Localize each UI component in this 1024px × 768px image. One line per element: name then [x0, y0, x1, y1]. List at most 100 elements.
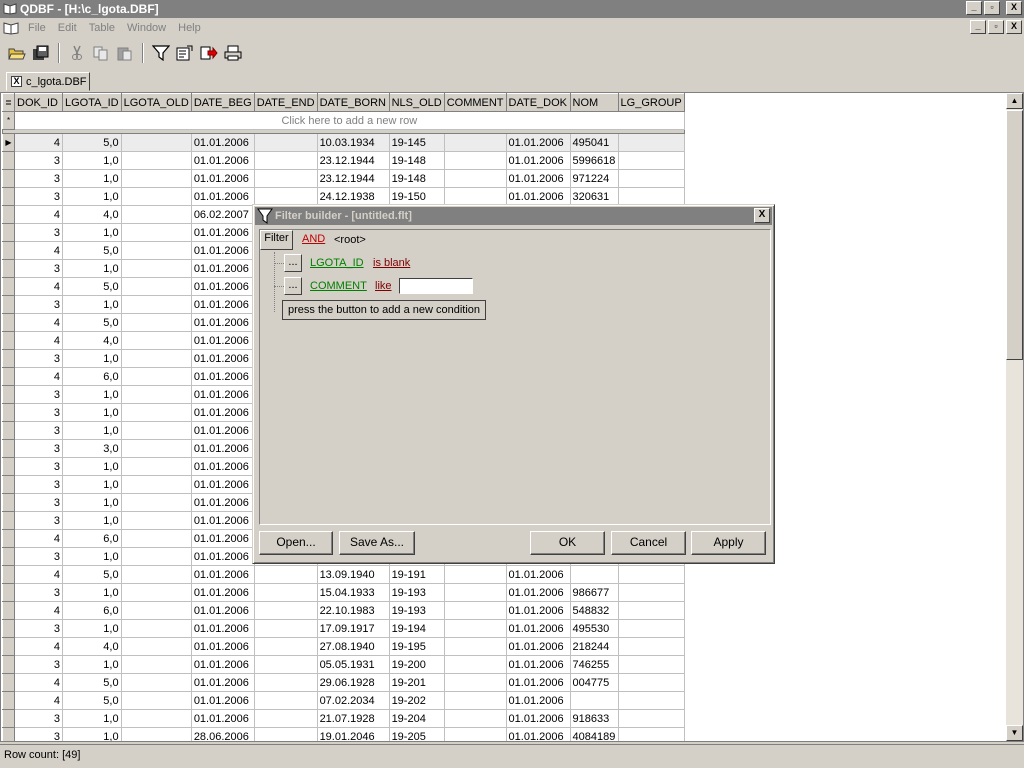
row-indicator[interactable] — [2, 673, 15, 692]
table-cell[interactable]: 19-150 — [388, 187, 445, 206]
table-cell[interactable]: 3 — [14, 151, 63, 170]
save-as-button[interactable]: Save As... — [339, 531, 415, 555]
new-row-prompt[interactable]: Click here to add a new row — [14, 111, 685, 130]
column-header[interactable]: NLS_OLD — [388, 93, 445, 112]
table-cell[interactable]: 01.01.2006 — [505, 673, 571, 692]
doc-minimize-button[interactable]: _ — [970, 20, 986, 34]
table-cell[interactable]: 4 — [14, 133, 63, 152]
row-indicator[interactable] — [2, 655, 15, 674]
table-cell[interactable]: 3 — [14, 259, 63, 278]
open-folder-icon[interactable] — [6, 42, 28, 64]
table-cell[interactable] — [120, 403, 192, 422]
table-cell[interactable]: 1,0 — [62, 457, 122, 476]
column-header[interactable]: DOK_ID — [14, 93, 63, 112]
row-indicator[interactable] — [2, 349, 15, 368]
table-cell[interactable]: 4 — [14, 331, 63, 350]
table-cell[interactable]: 19-205 — [388, 727, 445, 741]
table-cell[interactable]: 4 — [14, 691, 63, 710]
print-icon[interactable] — [222, 42, 244, 64]
table-cell[interactable]: 01.01.2006 — [190, 511, 255, 530]
doc-restore-button[interactable]: ▫ — [988, 20, 1004, 34]
table-cell[interactable]: 01.01.2006 — [190, 223, 255, 242]
table-cell[interactable] — [120, 709, 192, 728]
table-cell[interactable]: 3 — [14, 403, 63, 422]
table-cell[interactable]: 19-145 — [388, 133, 445, 152]
table-cell[interactable]: 971224 — [569, 169, 619, 188]
menu-help[interactable]: Help — [172, 22, 207, 34]
table-cell[interactable]: 24.12.1938 — [316, 187, 390, 206]
table-cell[interactable]: 19-204 — [388, 709, 445, 728]
column-header[interactable]: DATE_END — [253, 93, 318, 112]
tab-close-icon[interactable]: X — [11, 76, 22, 87]
copy-icon[interactable] — [90, 42, 112, 64]
table-cell[interactable]: 23.12.1944 — [316, 151, 390, 170]
table-cell[interactable] — [120, 673, 192, 692]
table-cell[interactable]: 1,0 — [62, 259, 122, 278]
table-cell[interactable] — [120, 367, 192, 386]
table-cell[interactable]: 3 — [14, 547, 63, 566]
table-cell[interactable]: 01.01.2006 — [190, 601, 255, 620]
table-cell[interactable]: 15.04.1933 — [316, 583, 390, 602]
table-cell[interactable] — [617, 169, 685, 188]
table-cell[interactable]: 4,0 — [62, 637, 122, 656]
table-cell[interactable] — [120, 133, 192, 152]
table-cell[interactable] — [120, 151, 192, 170]
row-indicator[interactable] — [2, 493, 15, 512]
table-cell[interactable]: 1,0 — [62, 421, 122, 440]
table-cell[interactable]: 6,0 — [62, 367, 122, 386]
table-cell[interactable]: 3 — [14, 655, 63, 674]
table-cell[interactable]: 1,0 — [62, 727, 122, 741]
table-cell[interactable] — [120, 223, 192, 242]
table-cell[interactable]: 01.01.2006 — [190, 403, 255, 422]
table-row[interactable]: 3 1,0 01.01.2006 17.09.1917 19-194 01.01.2006… — [2, 619, 685, 638]
table-cell[interactable]: 1,0 — [62, 187, 122, 206]
table-cell[interactable]: 01.01.2006 — [190, 259, 255, 278]
table-row[interactable]: 4 5,0 01.01.2006 29.06.1928 19-201 01.01.2006… — [2, 673, 685, 692]
table-cell[interactable] — [443, 709, 507, 728]
table-cell[interactable] — [443, 565, 507, 584]
document-book-icon[interactable] — [3, 20, 19, 35]
table-cell[interactable] — [120, 637, 192, 656]
table-cell[interactable]: 3 — [14, 169, 63, 188]
table-cell[interactable]: 320631 — [569, 187, 619, 206]
table-cell[interactable] — [253, 133, 318, 152]
row-indicator[interactable] — [2, 529, 15, 548]
table-cell[interactable]: 01.01.2006 — [190, 313, 255, 332]
table-cell[interactable] — [617, 565, 685, 584]
table-cell[interactable]: 1,0 — [62, 403, 122, 422]
condition-2-operator[interactable]: like — [375, 280, 392, 292]
table-cell[interactable]: 3 — [14, 493, 63, 512]
table-cell[interactable]: 4 — [14, 277, 63, 296]
table-row[interactable]: 4 5,0 01.01.2006 07.02.2034 19-202 01.01.2006 — [2, 691, 685, 710]
table-cell[interactable] — [617, 583, 685, 602]
table-cell[interactable]: 3 — [14, 457, 63, 476]
table-cell[interactable]: 29.06.1928 — [316, 673, 390, 692]
group-operator[interactable]: AND — [302, 233, 325, 245]
table-cell[interactable] — [120, 475, 192, 494]
row-indicator[interactable] — [2, 583, 15, 602]
ok-button[interactable]: OK — [530, 531, 605, 555]
table-cell[interactable]: 986677 — [569, 583, 619, 602]
table-cell[interactable] — [253, 619, 318, 638]
table-cell[interactable]: 01.01.2006 — [190, 331, 255, 350]
table-cell[interactable]: 01.01.2006 — [505, 169, 571, 188]
table-cell[interactable] — [120, 727, 192, 741]
table-cell[interactable] — [617, 727, 685, 741]
row-indicator[interactable] — [2, 151, 15, 170]
table-cell[interactable] — [120, 277, 192, 296]
table-cell[interactable]: 495041 — [569, 133, 619, 152]
table-cell[interactable] — [120, 529, 192, 548]
table-cell[interactable] — [120, 349, 192, 368]
table-cell[interactable]: 5,0 — [62, 133, 122, 152]
table-cell[interactable]: 1,0 — [62, 583, 122, 602]
table-cell[interactable]: 01.01.2006 — [505, 583, 571, 602]
table-row[interactable]: 3 1,0 01.01.2006 05.05.1931 19-200 01.01.2006… — [2, 655, 685, 674]
table-cell[interactable]: 495530 — [569, 619, 619, 638]
table-cell[interactable]: 1,0 — [62, 295, 122, 314]
table-cell[interactable]: 01.01.2006 — [190, 619, 255, 638]
table-cell[interactable]: 10.03.1934 — [316, 133, 390, 152]
row-indicator[interactable] — [2, 385, 15, 404]
table-cell[interactable]: 1,0 — [62, 493, 122, 512]
table-cell[interactable]: 13.09.1940 — [316, 565, 390, 584]
table-cell[interactable]: 1,0 — [62, 385, 122, 404]
